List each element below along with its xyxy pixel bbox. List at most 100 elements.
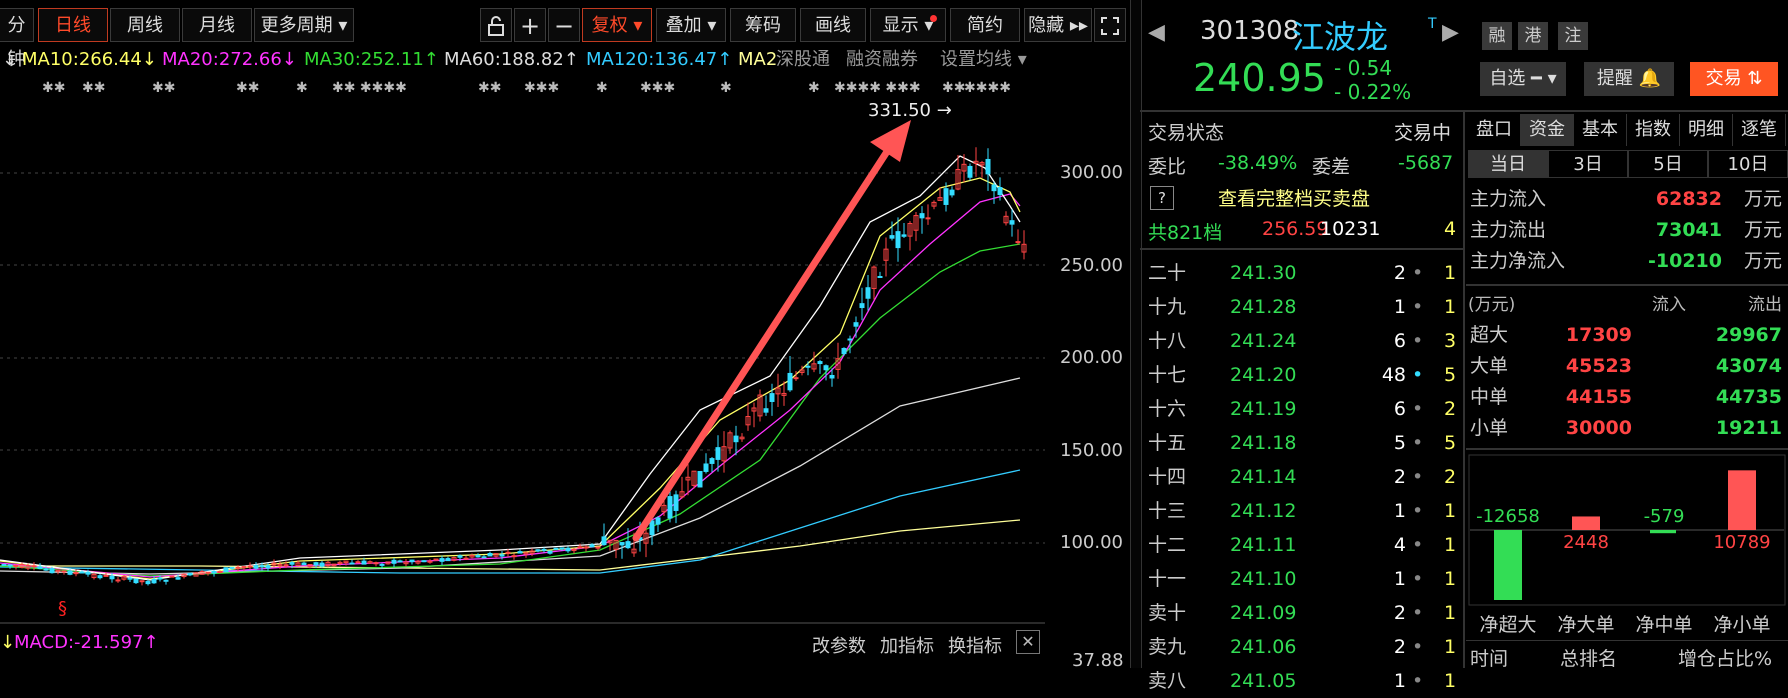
candle-body	[301, 562, 307, 566]
col-ratio-header: 增仓占比%	[1678, 648, 1773, 670]
candle-body	[379, 563, 385, 566]
order-dot-icon: •	[1412, 262, 1424, 284]
net-bar-value: 10789	[1713, 532, 1771, 553]
next-stock-icon[interactable]: ▶	[1442, 20, 1459, 45]
more-periods-dropdown[interactable]: 更多周期 ▾	[254, 8, 354, 42]
ma20-line	[0, 193, 1021, 578]
candle-body	[235, 566, 241, 569]
fuquan-dropdown[interactable]: 复权 ▾	[582, 8, 652, 42]
period-day-tab[interactable]: 日线	[38, 8, 108, 42]
net-bar	[1728, 470, 1756, 530]
margin-trading-link[interactable]: 融资融券	[846, 48, 918, 72]
order-level: 十八	[1148, 330, 1187, 352]
trade-button[interactable]: 交易 ⇅	[1690, 62, 1778, 96]
order-count: 5	[1444, 432, 1457, 454]
order-level: 十一	[1148, 568, 1187, 590]
reminder-button[interactable]: 提醒 🔔	[1584, 62, 1674, 96]
ma-settings-dropdown[interactable]: 设置均线 ▾	[940, 48, 1027, 72]
order-price[interactable]: 241.28	[1230, 290, 1296, 324]
macd-switch-indicator[interactable]: 换指标	[948, 632, 1002, 658]
order-count: 1	[1444, 534, 1457, 556]
panel-tab-2[interactable]: 基本	[1574, 114, 1627, 146]
chips-button[interactable]: 筹码	[730, 8, 796, 42]
order-volume: 2	[1393, 466, 1406, 488]
fund-flow-label: 主力流出	[1470, 219, 1547, 241]
flow-row-label: 小单	[1470, 417, 1509, 439]
candle-body	[313, 562, 319, 566]
candle-body	[481, 556, 487, 559]
period-tab-2[interactable]: 5日	[1628, 150, 1708, 178]
candle-body	[349, 562, 355, 565]
kline-chart[interactable]: ✱✱ ✱✱ ✱✱ ✱✱ ✱ ✱✱ ✱✱✱✱ ✱✱ ✱✱✱ ✱ ✱✱✱ ✱ ✱ ✱✱✱✱ ✱✱✱ ✱✱…	[0, 76, 1045, 624]
fund-flow-unit: 万元	[1743, 188, 1782, 210]
candle-body	[559, 547, 565, 550]
order-volume: 1	[1393, 568, 1406, 590]
order-count: 1	[1444, 568, 1457, 590]
period-tab-1[interactable]: 3日	[1548, 150, 1628, 178]
period-month-tab[interactable]: 月线	[182, 8, 252, 42]
order-price[interactable]: 241.19	[1230, 392, 1296, 426]
order-price[interactable]: 241.06	[1230, 630, 1296, 664]
flow-unit-label: (万元)	[1468, 295, 1516, 315]
order-price[interactable]: 241.24	[1230, 324, 1296, 358]
macd-edit-params[interactable]: 改参数	[812, 632, 866, 658]
right-column-divider	[1463, 112, 1465, 668]
candle-body	[127, 577, 133, 580]
order-price[interactable]: 241.30	[1230, 256, 1296, 290]
panel-tab-0[interactable]: 盘口	[1468, 114, 1521, 146]
net-bar-value: -579	[1643, 506, 1685, 527]
hide-panel-button[interactable]: 隐藏 ▸▸	[1024, 8, 1092, 42]
flow-divider	[1466, 284, 1788, 286]
prev-stock-icon[interactable]: ◀	[1148, 20, 1165, 45]
col-rank-header: 总排名	[1560, 648, 1618, 670]
order-dot-icon: •	[1412, 670, 1424, 692]
total-levels-label: 共821档	[1148, 222, 1223, 244]
order-price[interactable]: 241.14	[1230, 460, 1296, 494]
hk-connect-link[interactable]: 深股通	[776, 48, 830, 72]
lock-icon[interactable]	[480, 8, 512, 42]
candle-body	[163, 579, 169, 582]
order-price[interactable]: 241.18	[1230, 426, 1296, 460]
order-price[interactable]: 241.05	[1230, 664, 1296, 698]
period-tab-3[interactable]: 10日	[1708, 150, 1788, 178]
candle-body	[715, 447, 721, 460]
order-price[interactable]: 241.12	[1230, 494, 1296, 528]
candle-body	[601, 536, 607, 546]
full-depth-link[interactable]: 查看完整档买卖盘	[1218, 184, 1370, 211]
period-week-tab[interactable]: 周线	[110, 8, 180, 42]
panel-tab-5[interactable]: 逐笔	[1733, 114, 1786, 146]
ma-arrow-prev: ↓	[2, 49, 18, 70]
order-level: 十五	[1148, 432, 1187, 454]
order-count: 2	[1444, 398, 1457, 420]
chart-panel-divider[interactable]	[1130, 0, 1142, 668]
zoom-in-icon[interactable]: +	[514, 8, 546, 42]
overlay-dropdown[interactable]: 叠加 ▾	[656, 8, 726, 42]
candle-body	[1, 563, 7, 566]
ma60-line	[0, 377, 1021, 575]
panel-tab-4[interactable]: 明细	[1680, 114, 1733, 146]
candle-body	[703, 463, 709, 472]
draw-line-button[interactable]: 画线	[800, 8, 866, 42]
panel-tab-1[interactable]: 资金	[1521, 114, 1574, 146]
panel-tab-3[interactable]: 指数	[1627, 114, 1680, 146]
period-minute-tab[interactable]: 分钟	[0, 8, 34, 70]
order-price[interactable]: 241.09	[1230, 596, 1296, 630]
macd-close-icon[interactable]: ✕	[1016, 630, 1040, 654]
candle-body	[985, 158, 991, 175]
display-dropdown[interactable]: 显示 ▾	[870, 8, 946, 42]
macd-add-indicator[interactable]: 加指标	[880, 632, 934, 658]
period-tab-0[interactable]: 当日	[1468, 150, 1548, 178]
fullscreen-icon[interactable]	[1094, 8, 1126, 42]
flow-row-out: 19211	[1715, 417, 1782, 439]
svg-text:✱: ✱	[296, 80, 308, 96]
watchlist-dropdown[interactable]: 自选 ━ ▾	[1480, 62, 1566, 96]
zoom-out-icon[interactable]: −	[548, 8, 580, 42]
help-icon[interactable]: ?	[1150, 186, 1174, 210]
order-price[interactable]: 241.11	[1230, 528, 1296, 562]
candle-body	[853, 322, 859, 327]
candle-body	[763, 408, 769, 413]
order-price[interactable]: 241.20	[1230, 358, 1296, 392]
simple-mode-button[interactable]: 简约	[950, 8, 1020, 42]
order-volume: 4	[1393, 534, 1406, 556]
order-price[interactable]: 241.10	[1230, 562, 1296, 596]
